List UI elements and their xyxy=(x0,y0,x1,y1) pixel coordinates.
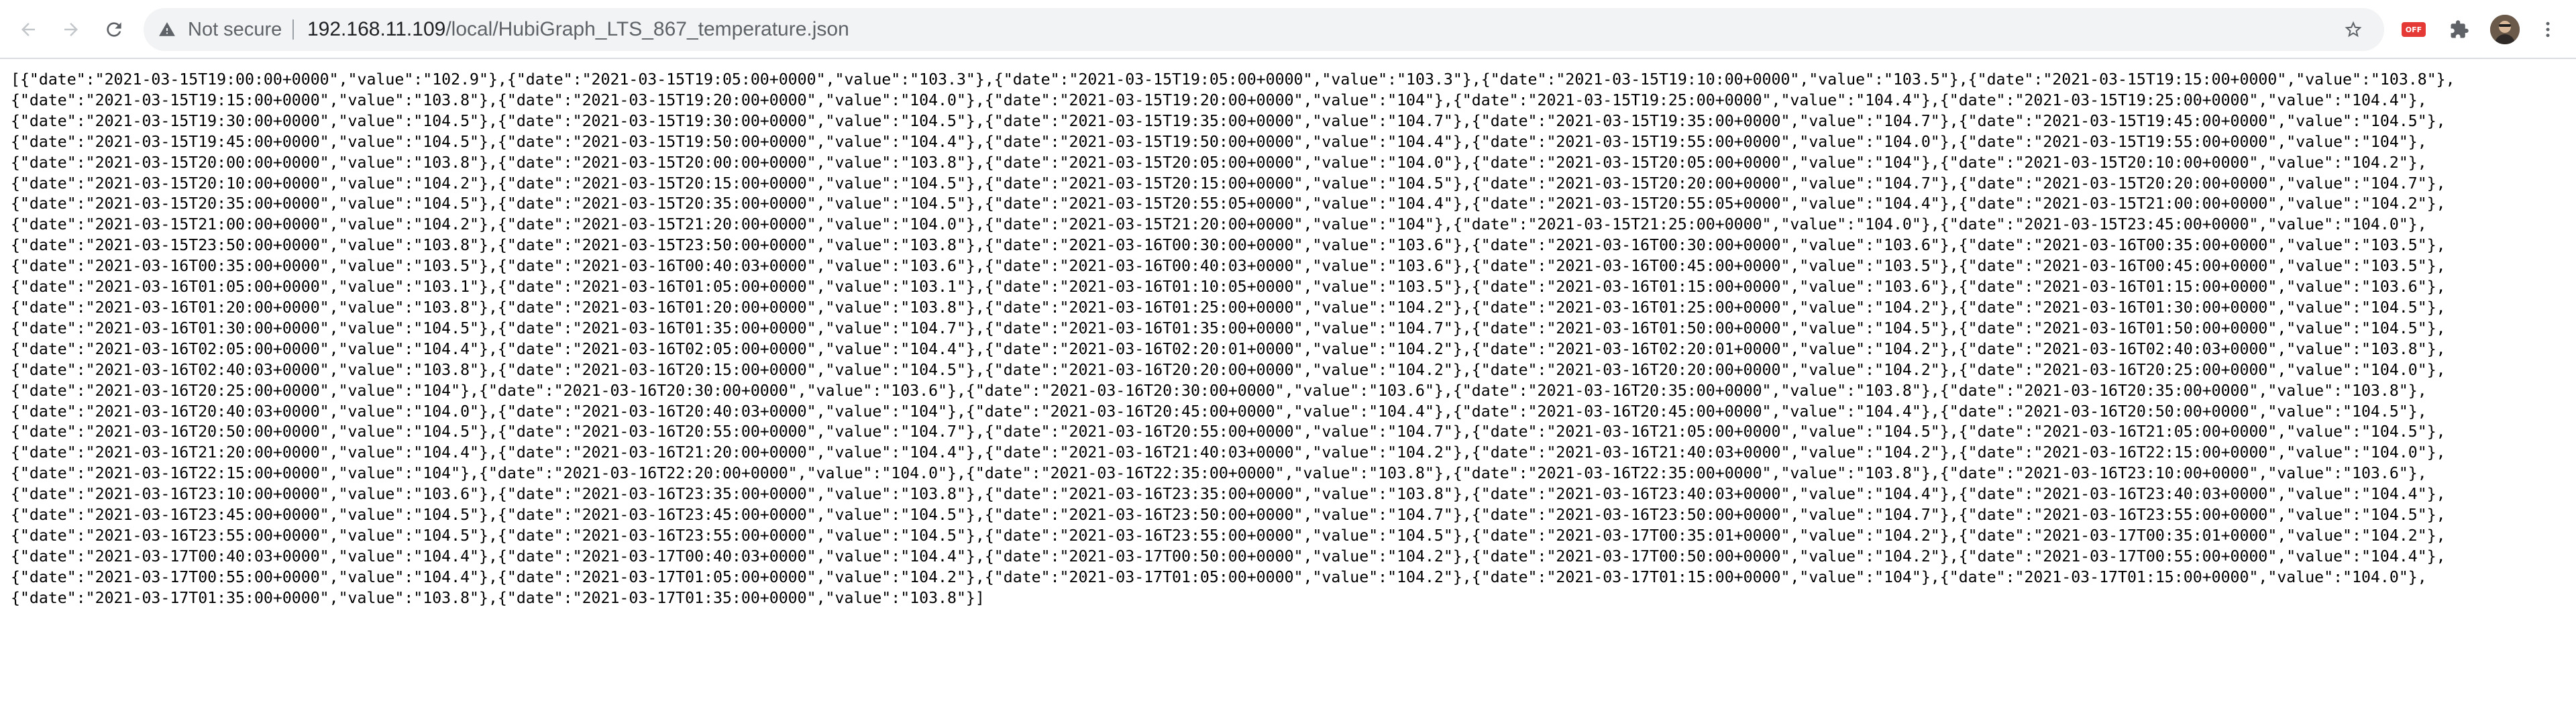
json-line: {"date":"2021-03-16T23:55:00+0000","valu… xyxy=(11,526,2446,545)
json-line: {"date":"2021-03-15T19:45:00+0000","valu… xyxy=(11,132,2427,151)
json-line: {"date":"2021-03-15T20:35:00+0000","valu… xyxy=(11,195,2446,213)
url-text[interactable]: 192.168.11.109/local/HubiGraph_LTS_867_t… xyxy=(307,8,849,51)
json-line: {"date":"2021-03-15T19:15:00+0000","valu… xyxy=(11,91,2427,109)
json-line: {"date":"2021-03-16T20:40:03+0000","valu… xyxy=(11,402,2427,421)
back-button[interactable] xyxy=(11,12,46,47)
json-line: {"date":"2021-03-16T02:05:00+0000","valu… xyxy=(11,339,2446,358)
json-line: {"date":"2021-03-16T23:45:00+0000","valu… xyxy=(11,506,2446,525)
json-raw-content: [{"date":"2021-03-15T19:00:00+0000","val… xyxy=(11,70,2560,609)
security-label: Not secure xyxy=(188,18,282,40)
url-host: 192.168.11.109 xyxy=(307,18,446,40)
profile-photo-icon xyxy=(2490,15,2520,44)
json-line: {"date":"2021-03-16T01:20:00+0000","valu… xyxy=(11,298,2446,317)
arrow-right-icon xyxy=(64,23,78,36)
json-line: {"date":"2021-03-17T01:35:00+0000","valu… xyxy=(11,588,985,607)
security-indicator[interactable]: Not secure xyxy=(158,8,282,51)
address-bar[interactable]: Not secure 192.168.11.109/local/HubiGrap… xyxy=(144,8,2384,51)
json-line: {"date":"2021-03-16T20:50:00+0000","valu… xyxy=(11,423,2446,441)
profile-avatar[interactable] xyxy=(2490,15,2520,44)
json-line: {"date":"2021-03-17T00:55:00+0000","valu… xyxy=(11,567,2427,586)
warning-triangle-icon xyxy=(159,22,175,36)
bookmark-button[interactable] xyxy=(2336,12,2371,47)
json-line: [{"date":"2021-03-15T19:00:00+0000","val… xyxy=(11,70,2455,89)
star-outline-icon xyxy=(2345,21,2362,38)
json-line: {"date":"2021-03-16T23:10:00+0000","valu… xyxy=(11,485,2446,504)
json-line: {"date":"2021-03-16T02:40:03+0000","valu… xyxy=(11,360,2446,379)
url-path: /local/HubiGraph_LTS_867_temperature.jso… xyxy=(445,18,849,40)
browser-toolbar: Not secure 192.168.11.109/local/HubiGrap… xyxy=(0,0,2576,59)
forward-button[interactable] xyxy=(54,12,89,47)
json-line: {"date":"2021-03-15T19:30:00+0000","valu… xyxy=(11,111,2446,130)
json-line: {"date":"2021-03-15T20:10:00+0000","valu… xyxy=(11,174,2446,193)
json-line: {"date":"2021-03-15T20:00:00+0000","valu… xyxy=(11,153,2427,172)
extension-button[interactable]: OFF xyxy=(2398,15,2430,44)
json-line: {"date":"2021-03-15T21:00:00+0000","valu… xyxy=(11,215,2427,234)
extensions-menu-button[interactable] xyxy=(2442,12,2477,47)
json-line: {"date":"2021-03-16T20:25:00+0000","valu… xyxy=(11,381,2427,400)
browser-menu-button[interactable] xyxy=(2530,12,2565,47)
json-line: {"date":"2021-03-16T21:20:00+0000","valu… xyxy=(11,443,2446,462)
json-line: {"date":"2021-03-16T01:05:00+0000","valu… xyxy=(11,278,2446,296)
json-line: {"date":"2021-03-15T23:50:00+0000","valu… xyxy=(11,236,2446,255)
puzzle-piece-icon xyxy=(2451,20,2469,38)
json-line: {"date":"2021-03-16T22:15:00+0000","valu… xyxy=(11,464,2427,483)
arrow-left-icon xyxy=(21,23,35,36)
json-line: {"date":"2021-03-16T01:30:00+0000","valu… xyxy=(11,319,2446,337)
reload-button[interactable] xyxy=(97,12,131,47)
extension-badge: OFF xyxy=(2402,22,2426,37)
json-line: {"date":"2021-03-17T00:40:03+0000","valu… xyxy=(11,547,2446,565)
kebab-menu-icon xyxy=(2546,21,2550,38)
json-line: {"date":"2021-03-16T00:35:00+0000","valu… xyxy=(11,257,2446,276)
reload-icon xyxy=(107,22,121,37)
omnibox-divider xyxy=(292,19,294,40)
